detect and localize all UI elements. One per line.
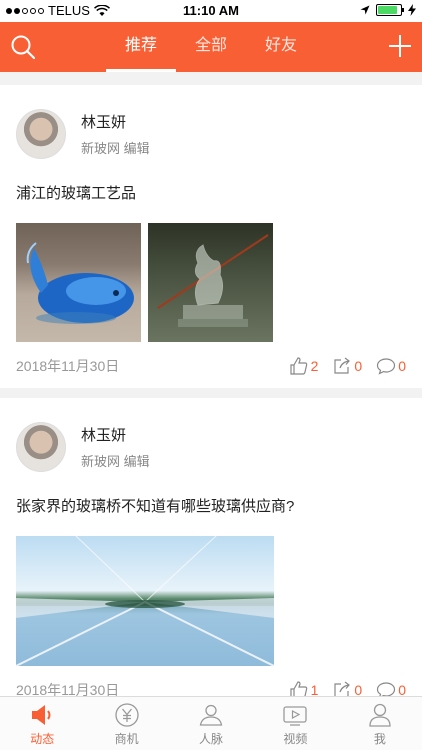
tab-friends[interactable]: 好友: [246, 22, 316, 72]
status-right: [360, 4, 416, 16]
share-icon: [334, 357, 351, 374]
comment-icon: [377, 682, 396, 696]
tab-all[interactable]: 全部: [176, 22, 246, 72]
glass-figurine-image[interactable]: [148, 223, 273, 342]
post-stats: 2 0 0: [289, 356, 406, 376]
author-meta: 新玻网 编辑: [81, 451, 150, 470]
tab-feed[interactable]: 动态: [0, 697, 84, 750]
author-role: 编辑: [123, 141, 150, 156]
comment-button[interactable]: 0: [376, 680, 406, 696]
comment-count: 0: [398, 358, 406, 374]
post-stats: 1 0 0: [289, 680, 406, 696]
post-card[interactable]: 林玉妍 新玻网 编辑 浦江的玻璃工艺品 2018年11月30日 2 0 0: [0, 85, 422, 388]
video-icon: [283, 706, 308, 726]
thumbs-up-icon: [290, 681, 307, 696]
top-nav: 推荐 全部 好友: [0, 22, 422, 72]
post-header: 林玉妍 新玻网 编辑: [16, 398, 406, 472]
like-count: 2: [310, 358, 319, 374]
author-source: 新玻网: [81, 141, 121, 156]
avatar[interactable]: [16, 109, 66, 159]
author-role: 编辑: [123, 454, 150, 469]
contacts-icon: [199, 704, 223, 726]
yen-coin-icon: [114, 703, 139, 727]
feed: 林玉妍 新玻网 编辑 浦江的玻璃工艺品 2018年11月30日 2 0 0 林玉…: [0, 72, 422, 696]
avatar[interactable]: [16, 422, 66, 472]
battery-icon: [376, 4, 404, 16]
status-time: 11:10 AM: [183, 3, 239, 18]
comment-icon: [377, 358, 396, 375]
tab-me[interactable]: 我: [338, 697, 422, 750]
tab-recommended[interactable]: 推荐: [106, 22, 176, 72]
bottom-tab-bar: 动态 商机 人脉 视频 我: [0, 696, 422, 750]
tab-label: 动态: [30, 732, 55, 746]
tab-contacts[interactable]: 人脉: [169, 697, 253, 750]
megaphone-icon: [32, 705, 51, 725]
author-block: 林玉妍 新玻网 编辑: [81, 424, 150, 470]
post-images: [16, 223, 406, 342]
tab-video[interactable]: 视频: [253, 697, 337, 750]
status-bar: TELUS 11:10 AM: [0, 0, 422, 22]
share-count: 0: [354, 682, 363, 696]
like-count: 1: [310, 682, 319, 696]
post-footer: 2018年11月30日 2 0 0: [16, 344, 406, 388]
post-footer: 2018年11月30日 1 0 0: [16, 668, 406, 696]
share-button[interactable]: 0: [332, 356, 362, 376]
author-meta: 新玻网 编辑: [81, 138, 150, 157]
nav-tabs: 推荐 全部 好友: [0, 22, 422, 72]
post-header: 林玉妍 新玻网 编辑: [16, 85, 406, 159]
feed-top-gap: [0, 72, 422, 85]
glass-whale-image[interactable]: [16, 223, 141, 342]
person-icon: [369, 703, 391, 727]
post-title[interactable]: 张家界的玻璃桥不知道有哪些玻璃供应商?: [16, 495, 406, 516]
like-button[interactable]: 1: [289, 680, 319, 696]
add-icon[interactable]: [388, 34, 412, 58]
tab-label: 视频: [283, 732, 308, 746]
author-name[interactable]: 林玉妍: [81, 111, 150, 132]
like-button[interactable]: 2: [289, 356, 319, 376]
tab-business[interactable]: 商机: [84, 697, 168, 750]
post-title[interactable]: 浦江的玻璃工艺品: [16, 182, 406, 203]
thumbs-up-icon: [290, 357, 307, 375]
comment-button[interactable]: 0: [376, 356, 406, 376]
comment-count: 0: [398, 682, 406, 696]
glass-bridge-image[interactable]: [16, 536, 274, 666]
post-card[interactable]: 林玉妍 新玻网 编辑 张家界的玻璃桥不知道有哪些玻璃供应商? 2018年11月3…: [0, 398, 422, 696]
location-arrow-icon: [360, 5, 370, 15]
post-date: 2018年11月30日: [16, 358, 120, 374]
tab-label: 人脉: [199, 732, 224, 746]
share-icon: [334, 681, 351, 696]
charging-bolt-icon: [408, 4, 416, 16]
tab-label: 我: [373, 732, 386, 746]
share-button[interactable]: 0: [332, 680, 362, 696]
share-count: 0: [354, 358, 363, 374]
tab-label: 商机: [114, 732, 139, 746]
author-block: 林玉妍 新玻网 编辑: [81, 111, 150, 157]
author-source: 新玻网: [81, 454, 121, 469]
author-name[interactable]: 林玉妍: [81, 424, 150, 445]
post-date: 2018年11月30日: [16, 682, 120, 696]
